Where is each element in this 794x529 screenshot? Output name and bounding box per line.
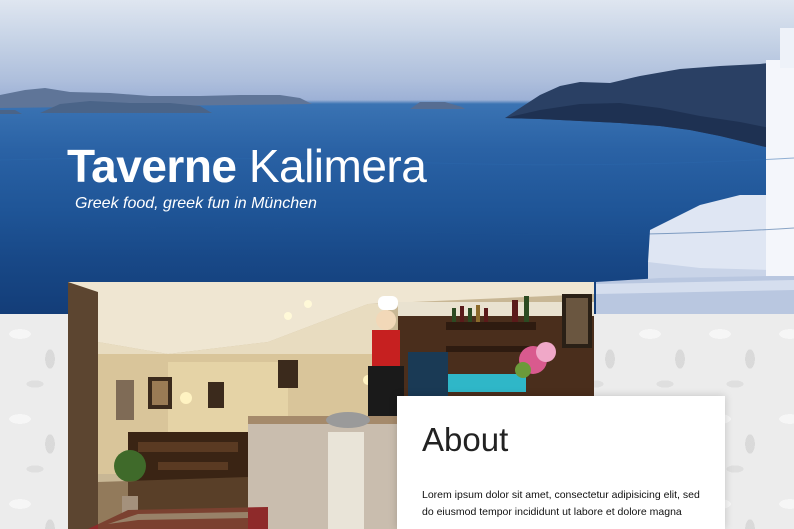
- site-tagline: Greek food, greek fun in München: [75, 195, 317, 212]
- site-title-light: Kalimera: [248, 140, 427, 192]
- hero-banner: Taverne Kalimera Greek food, greek fun i…: [0, 0, 794, 314]
- about-heading: About: [422, 421, 509, 458]
- page: Taverne Kalimera Greek food, greek fun i…: [0, 0, 794, 529]
- about-card: About Lorem ipsum dolor sit amet, consec…: [397, 396, 725, 529]
- about-body-text: Lorem ipsum dolor sit amet, consectetur …: [422, 489, 700, 518]
- site-title-bold: Taverne: [67, 140, 237, 192]
- site-title: Taverne Kalimera: [67, 138, 427, 194]
